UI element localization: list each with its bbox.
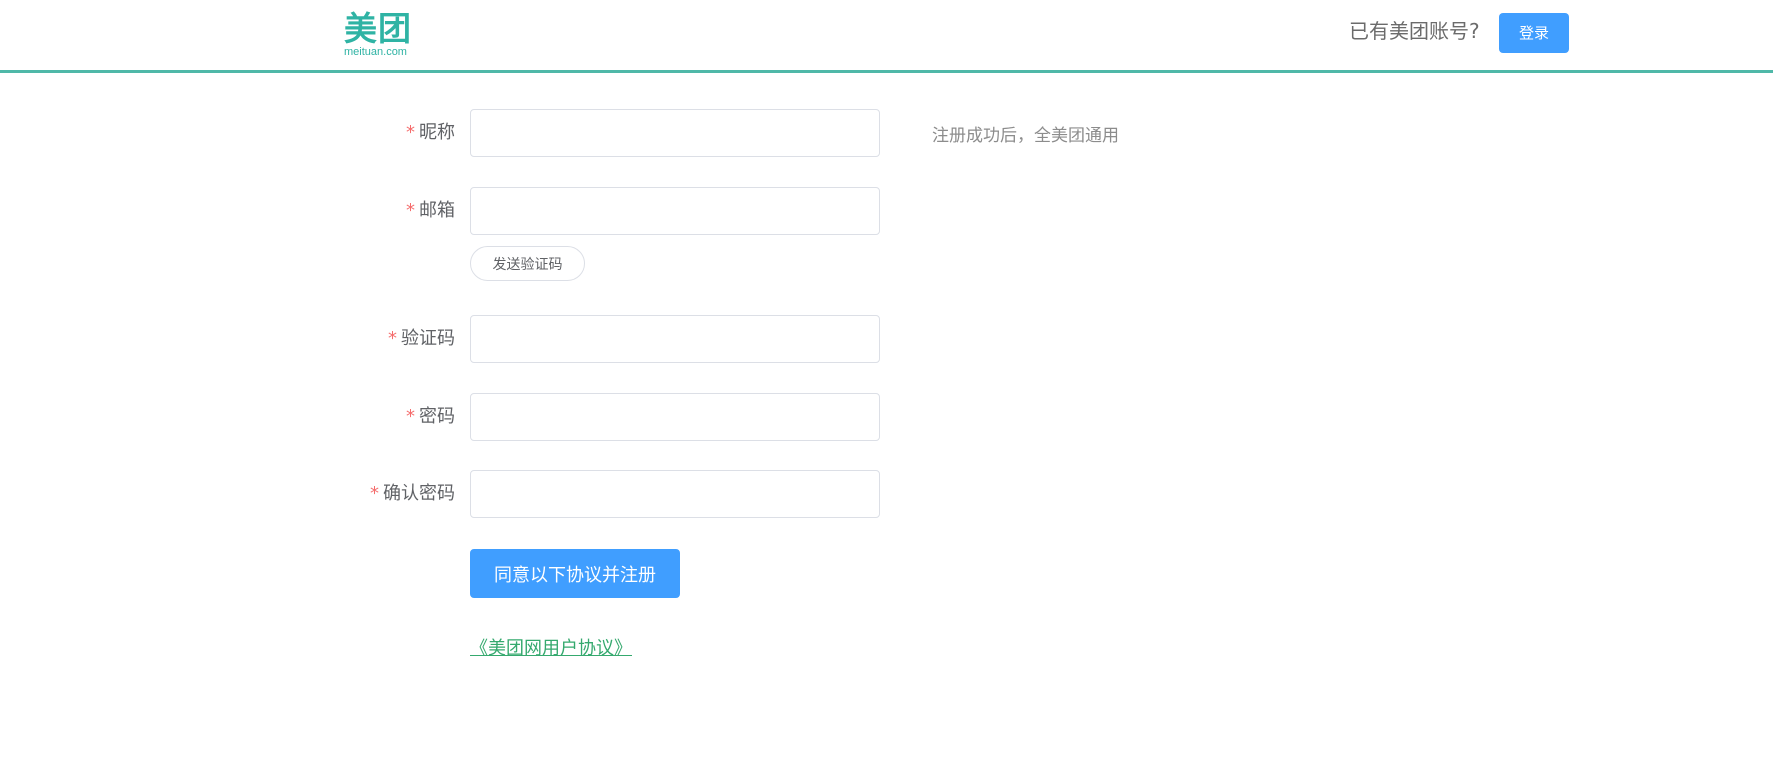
password-label-text: 密码 bbox=[419, 406, 455, 427]
password-input[interactable] bbox=[470, 393, 880, 441]
user-agreement-link[interactable]: 《美团网用户协议》 bbox=[470, 636, 632, 662]
required-mark: * bbox=[406, 200, 415, 221]
verification-code-label-text: 验证码 bbox=[401, 328, 455, 349]
required-mark: * bbox=[406, 122, 415, 143]
meituan-logo[interactable]: 美团 meituan.com bbox=[344, 10, 416, 60]
confirm-password-input[interactable] bbox=[470, 470, 880, 518]
have-account-text: 已有美团账号? bbox=[1349, 19, 1480, 43]
password-label: * 密码 bbox=[406, 404, 455, 430]
nickname-hint: 注册成功后，全美团通用 bbox=[932, 126, 1119, 146]
confirm-password-label: * 确认密码 bbox=[370, 481, 455, 507]
verification-code-label: * 验证码 bbox=[388, 326, 455, 352]
logo-domain-text: meituan.com bbox=[344, 46, 407, 58]
login-button[interactable]: 登录 bbox=[1499, 13, 1569, 53]
required-mark: * bbox=[388, 328, 397, 349]
nickname-label: * 昵称 bbox=[406, 120, 455, 146]
top-header: 美团 meituan.com 已有美团账号? 登录 bbox=[0, 0, 1773, 73]
agree-and-register-button[interactable]: 同意以下协议并注册 bbox=[470, 549, 680, 598]
logo-chinese-text: 美团 bbox=[344, 9, 412, 48]
send-code-button[interactable]: 发送验证码 bbox=[470, 246, 585, 281]
email-input[interactable] bbox=[470, 187, 880, 235]
confirm-password-label-text: 确认密码 bbox=[383, 483, 455, 504]
required-mark: * bbox=[406, 406, 415, 427]
email-label: * 邮箱 bbox=[406, 198, 455, 224]
nickname-label-text: 昵称 bbox=[419, 122, 455, 143]
nickname-input[interactable] bbox=[470, 109, 880, 157]
verification-code-input[interactable] bbox=[470, 315, 880, 363]
required-mark: * bbox=[370, 483, 379, 504]
email-label-text: 邮箱 bbox=[419, 200, 455, 221]
